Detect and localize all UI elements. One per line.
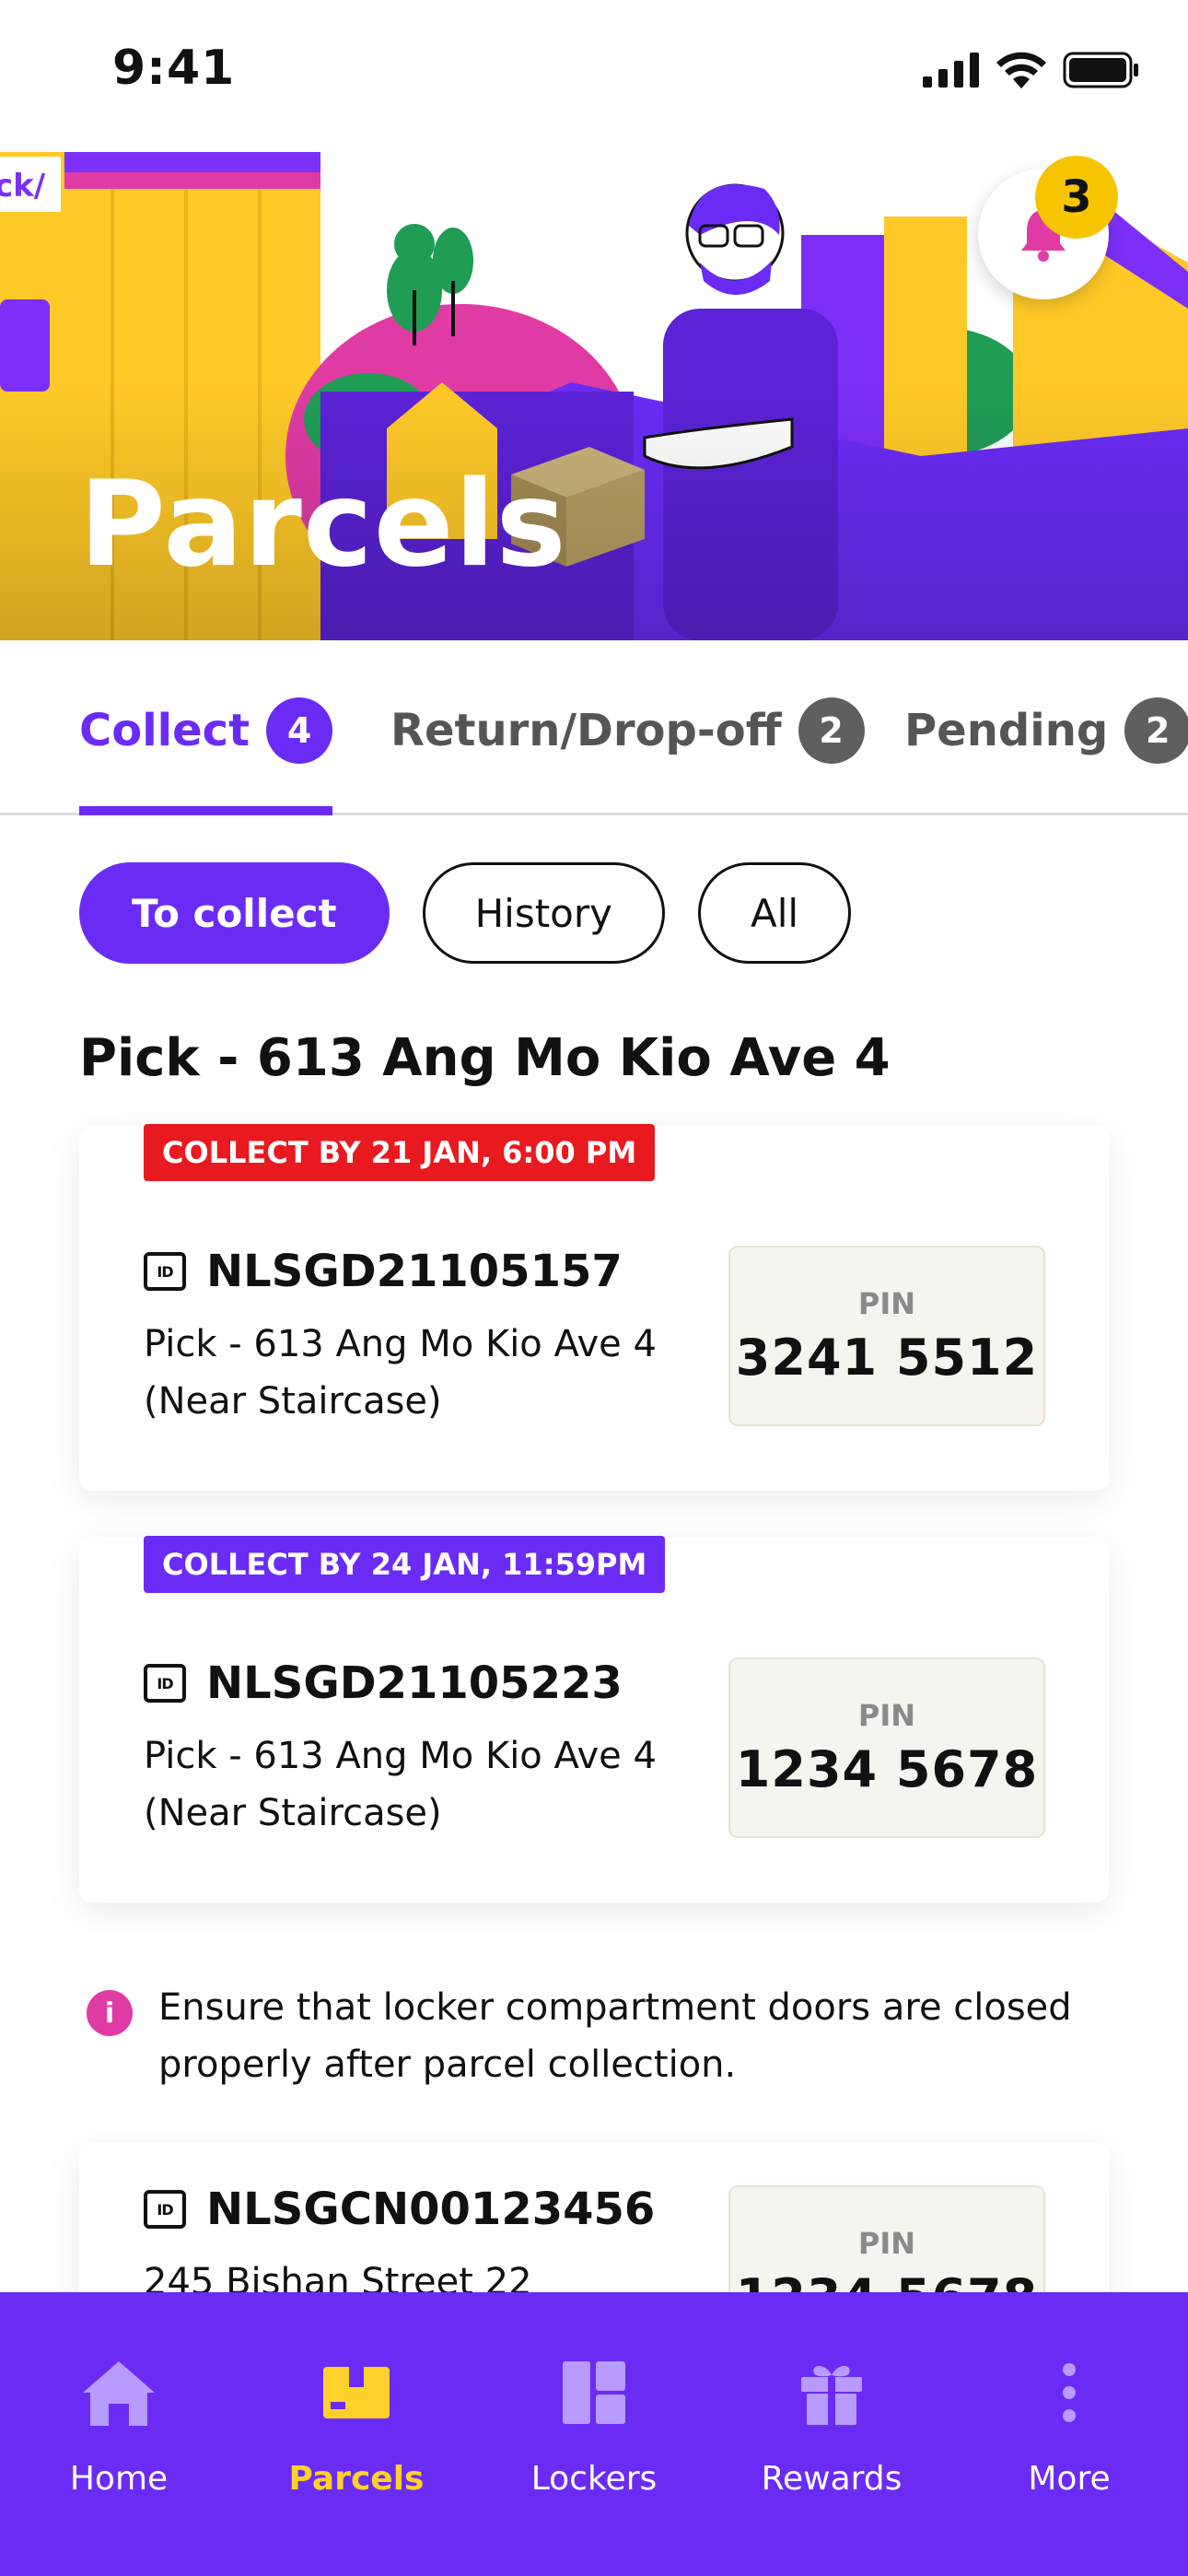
nav-label: Lockers (530, 2460, 658, 2498)
notice-text: Ensure that locker compartment doors are… (158, 1986, 1072, 2086)
filter-all[interactable]: All (697, 862, 852, 964)
tab-count-badge: 2 (798, 697, 865, 764)
id-icon: ID (144, 2190, 186, 2229)
tab-pending[interactable]: Pending 2 (904, 697, 1188, 815)
tab-count-badge: 2 (1124, 697, 1188, 764)
tracking-number: NLSGD21105223 (206, 1657, 623, 1709)
tab-label: Pending (904, 705, 1109, 756)
nav-label: Parcels (288, 2460, 425, 2498)
nav-home[interactable]: Home (0, 2292, 238, 2576)
tracking-row: ID NLSGD21105223 (144, 1657, 623, 1709)
battery-icon (1063, 52, 1138, 88)
filter-history[interactable]: History (422, 862, 665, 964)
locker-notice: i Ensure that locker compartment doors a… (0, 1935, 1188, 2143)
parcel-address: Pick - 613 Ang Mo Kio Ave 4 (Near Stairc… (144, 1316, 678, 1430)
nav-label: Home (69, 2460, 169, 2498)
tab-label: Return/Drop-off (390, 705, 782, 756)
parcel-address: Pick - 613 Ang Mo Kio Ave 4 (Near Stairc… (144, 1727, 678, 1842)
status-icons (923, 52, 1140, 88)
parcel-card[interactable]: COLLECT BY 24 JAN, 11:59PM ID NLSGD21105… (79, 1536, 1109, 1903)
pin-box: PIN 1234 5678 (728, 1657, 1045, 1838)
parcel-tabs: Collect 4 Return/Drop-off 2 Pending 2 (0, 640, 1188, 815)
nav-label: More (1028, 2460, 1111, 2498)
tab-count-badge: 4 (266, 697, 333, 764)
nav-lockers[interactable]: Lockers (475, 2292, 713, 2576)
wifi-icon (996, 52, 1046, 88)
tab-collect[interactable]: Collect 4 (79, 697, 333, 815)
pin-label: PIN (857, 1285, 916, 1321)
location-heading: Pick - 613 Ang Mo Kio Ave 4 (79, 1028, 891, 1088)
tab-return-drop-off[interactable]: Return/Drop-off 2 (390, 697, 865, 815)
address-line-1: Pick - 613 Ang Mo Kio Ave 4 (144, 1323, 657, 1365)
pin-value: 1234 5678 (735, 1739, 1039, 1798)
bottom-navigation: Home Parcels Lockers Rewards More (0, 2292, 1188, 2576)
deadline-badge: COLLECT BY 21 JAN, 6:00 PM (144, 1124, 656, 1181)
filter-chips: To collect History All (79, 862, 852, 964)
filter-to-collect[interactable]: To collect (79, 862, 390, 964)
info-icon: i (87, 1990, 133, 2036)
more-icon (1030, 2353, 1109, 2432)
svg-text:ck/: ck/ (0, 168, 46, 205)
status-bar: 9:41 (0, 0, 1188, 147)
tracking-number: NLSGD21105157 (206, 1246, 623, 1297)
signal-icon (923, 53, 979, 88)
nav-rewards[interactable]: Rewards (713, 2292, 950, 2576)
tab-label: Collect (79, 705, 250, 756)
parcel-card[interactable]: COLLECT BY 21 JAN, 6:00 PM ID NLSGD21105… (79, 1124, 1109, 1491)
pin-box: PIN 3241 5512 (728, 1246, 1045, 1426)
tracking-number: NLSGCN00123456 (206, 2184, 656, 2235)
pin-value: 3241 5512 (735, 1328, 1039, 1387)
parcel-icon (317, 2353, 396, 2432)
nav-more[interactable]: More (950, 2292, 1188, 2576)
id-icon: ID (144, 1252, 186, 1291)
address-line-2: (Near Staircase) (144, 1792, 442, 1834)
tracking-row: ID NLSGD21105157 (144, 1246, 623, 1297)
hero-banner: ck/ Parcels 3 (0, 152, 1188, 640)
tracking-row: ID NLSGCN00123456 (144, 2184, 655, 2235)
deadline-badge: COLLECT BY 24 JAN, 11:59PM (144, 1536, 666, 1593)
home-icon (79, 2353, 158, 2432)
address-line-1: Pick - 613 Ang Mo Kio Ave 4 (144, 1735, 657, 1777)
status-time: 9:41 (112, 41, 236, 96)
id-icon: ID (144, 1664, 186, 1703)
notification-count-badge: 3 (1035, 156, 1118, 239)
pin-label: PIN (857, 1697, 916, 1733)
address-line-2: (Near Staircase) (144, 1380, 442, 1423)
locker-icon (554, 2353, 634, 2432)
pin-label: PIN (857, 2225, 916, 2261)
page-title: Parcels (79, 456, 567, 593)
nav-label: Rewards (761, 2460, 903, 2498)
nav-parcels[interactable]: Parcels (238, 2292, 475, 2576)
gift-icon (792, 2353, 871, 2432)
